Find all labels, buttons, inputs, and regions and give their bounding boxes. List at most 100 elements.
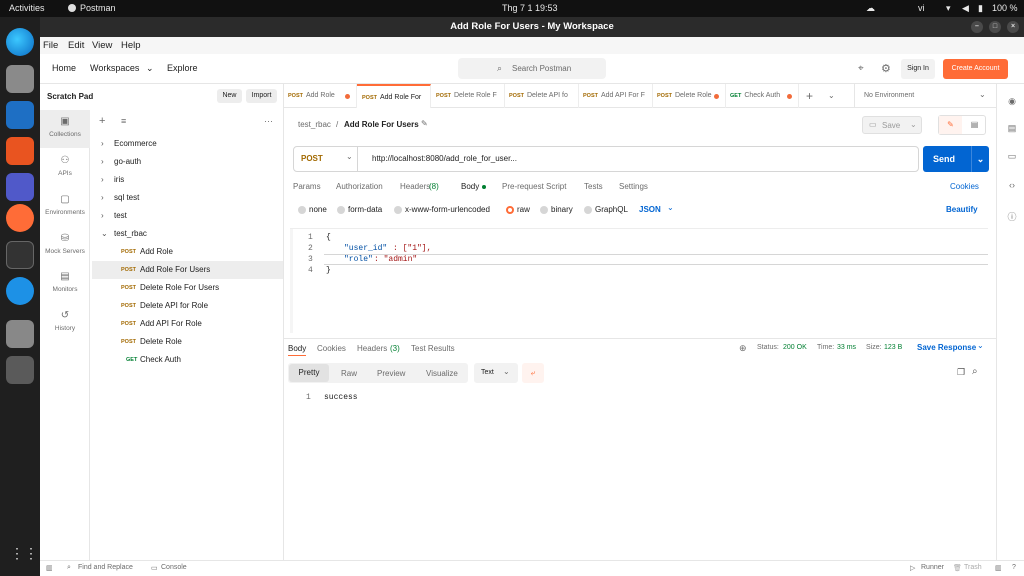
chevron-down-icon[interactable]: ⌄ [146,63,154,74]
request-item[interactable]: POST Add Role [92,243,283,261]
menu-view[interactable]: View [92,40,112,51]
rail-collections[interactable]: ▣ Collections [40,110,90,148]
info-icon[interactable]: ⓘ [1006,210,1018,222]
trash-button[interactable]: Trash [964,564,982,571]
postman-icon[interactable] [6,204,34,232]
response-tab-test-results[interactable]: Test Results [411,344,455,353]
help-icon[interactable]: ? [1012,564,1016,571]
close-icon[interactable]: × [1007,21,1019,33]
folder-test-rbac[interactable]: ⌄ test_rbac [92,225,283,243]
toggle-sidebar-icon[interactable]: ▥ [46,564,53,572]
tab-delete-role-for-users[interactable]: POST Delete Role F [431,84,505,108]
folder-ecommerce[interactable]: › Ecommerce [92,135,283,153]
send-button[interactable]: Send ⌄ [923,146,989,172]
time-value[interactable]: 33 ms [837,344,856,351]
status-value[interactable]: 200 OK [783,344,807,351]
response-tab-cookies[interactable]: Cookies [317,344,346,353]
tab-pre-request-script[interactable]: Pre-request Script [502,182,566,191]
request-item[interactable]: POST Delete Role For Users [92,279,283,297]
tab-menu-icon[interactable]: ⌄ [828,91,835,100]
find-and-replace-button[interactable]: Find and Replace [78,564,133,571]
tab-authorization[interactable]: Authorization [336,182,383,191]
teams-icon[interactable] [6,173,34,201]
trash-icon[interactable] [6,356,34,384]
response-body-text[interactable]: success [324,393,358,402]
weather-icon[interactable]: ☁ [866,3,875,14]
workspaces-menu[interactable]: Workspaces [90,63,139,73]
search-icon[interactable]: ⌕ [972,366,978,377]
view-preview[interactable]: Preview [377,369,405,378]
tab-delete-api-for-role[interactable]: POST Delete API fo [505,84,579,108]
more-options-icon[interactable]: ··· [264,116,273,126]
chevron-down-icon[interactable]: ⌄ [977,341,984,350]
battery-icon[interactable]: ▮ [978,3,983,14]
response-tab-body[interactable]: Body [288,344,307,356]
rail-history[interactable]: ↺ History [40,304,90,342]
explore-link[interactable]: Explore [167,63,198,73]
minimize-icon[interactable]: – [971,21,983,33]
clock[interactable]: Thg 7 1 19:53 [502,3,558,13]
folder-test[interactable]: › test [92,207,283,225]
sign-in-button[interactable]: Sign In [901,59,935,79]
tab-add-role[interactable]: POST Add Role [284,84,357,108]
doc-mode-icon[interactable]: ▤ [963,116,986,134]
url-input[interactable]: http://localhost:8080/add_role_for_user.… [372,154,517,163]
response-tab-headers[interactable]: Headers [357,344,387,353]
beautify-button[interactable]: Beautify [946,205,978,214]
chevron-down-icon[interactable]: ⌄ [667,203,674,212]
tab-settings[interactable]: Settings [619,182,648,191]
volume-icon[interactable]: ◀ [962,3,969,14]
rail-environments[interactable]: ▢ Environments [40,188,90,226]
ssd-drive-icon[interactable] [6,320,34,348]
method-select[interactable]: POST ⌄ [294,147,358,171]
environment-selector[interactable]: No Environment ⌄ [854,84,995,108]
folder-go-auth[interactable]: › go-auth [92,153,283,171]
search-box[interactable]: ⌕ Search Postman [458,58,606,79]
tab-headers[interactable]: Headers [400,182,430,191]
wrap-lines-icon[interactable]: ⤶ [522,363,544,383]
gear-icon[interactable]: ⚙ [881,62,891,75]
view-visualize[interactable]: Visualize [426,369,458,378]
body-type-graphql[interactable]: GraphQL [584,205,628,215]
terminal-icon[interactable] [6,241,34,269]
save-response-button[interactable]: Save Response [917,343,976,352]
globe-icon[interactable]: ⊕ [739,343,747,354]
files-icon[interactable] [6,65,34,93]
tab-add-api-for-role[interactable]: POST Add API For F [579,84,653,108]
tab-check-auth[interactable]: GET Check Auth [726,84,799,108]
edit-mode-icon[interactable]: ✎ [939,116,962,134]
save-button[interactable]: ▭ Save ⌄ [862,116,922,134]
wifi-icon[interactable]: ▾ [946,3,951,14]
request-item[interactable]: POST Add API For Role [92,315,283,333]
request-item[interactable]: POST Delete API for Role [92,297,283,315]
tab-params[interactable]: Params [293,182,321,191]
home-link[interactable]: Home [52,63,76,73]
folder-iris[interactable]: › iris [92,171,283,189]
runner-button[interactable]: Runner [921,564,944,571]
tab-delete-role[interactable]: POST Delete Role [653,84,726,108]
cookies-link[interactable]: Cookies [950,182,979,191]
rail-monitors[interactable]: ▤ Monitors [40,265,90,303]
tab-tests[interactable]: Tests [584,182,603,191]
request-item[interactable]: GET Check Auth [92,351,283,369]
new-button[interactable]: New [217,89,242,103]
tab-body[interactable]: Body [461,182,479,191]
request-body-editor[interactable]: 1 2 3 4 { "user_id" : ["1"], "role" : "a… [290,228,988,333]
folder-sql-test[interactable]: › sql test [92,189,283,207]
body-type-none[interactable]: none [298,205,327,215]
satellite-icon[interactable]: ⌖ [858,63,864,74]
rail-mock-servers[interactable]: ⛁ Mock Servers [40,227,90,265]
show-apps-icon[interactable]: ⋮⋮ [10,545,38,562]
body-type-form-data[interactable]: form-data [337,205,382,215]
view-raw[interactable]: Raw [341,369,357,378]
edge-browser-icon[interactable] [6,28,34,56]
console-button[interactable]: Console [161,564,187,571]
eye-icon[interactable]: ◉ [1006,96,1018,108]
filter-icon[interactable]: ≡ [121,116,126,126]
breadcrumb-parent[interactable]: test_rbac [298,120,331,129]
vscode-icon[interactable] [6,101,34,129]
body-type-urlencoded[interactable]: x-www-form-urlencoded [394,205,490,215]
input-language[interactable]: vi [918,3,925,13]
menu-file[interactable]: File [43,40,58,51]
layout-icon[interactable]: ▥ [995,564,1002,572]
